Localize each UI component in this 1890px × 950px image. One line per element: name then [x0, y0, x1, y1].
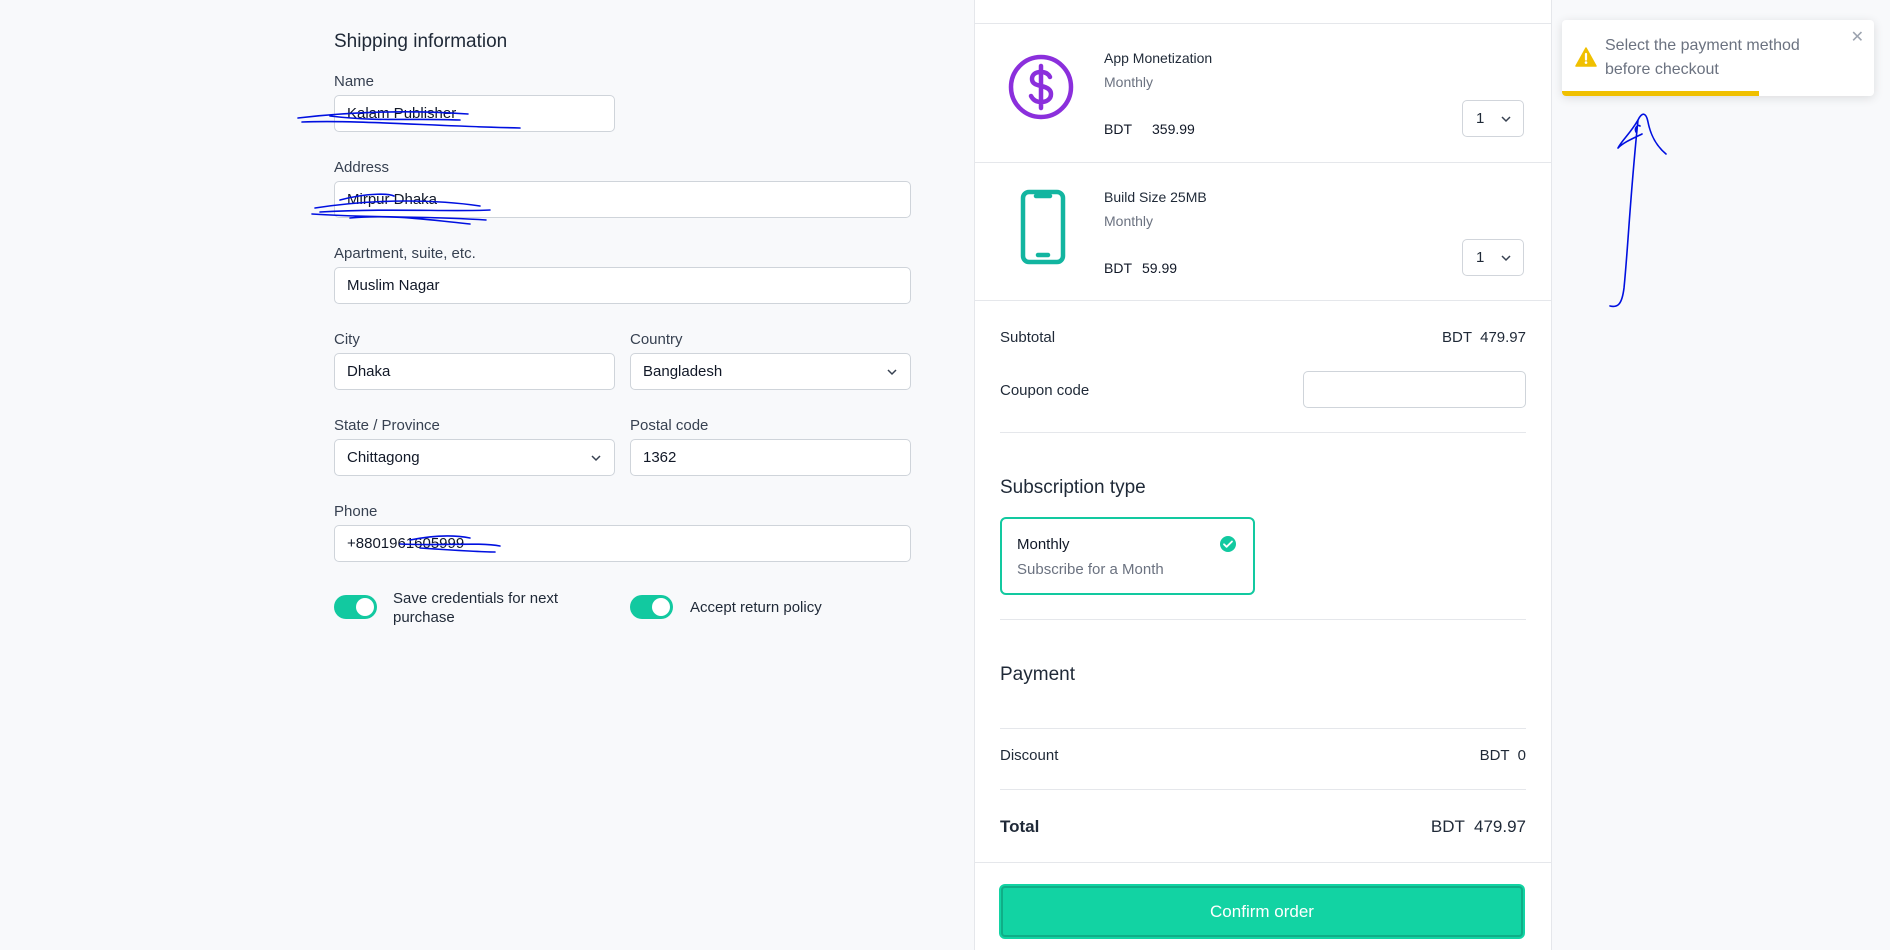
- address-field[interactable]: Mirpur Dhaka: [334, 181, 911, 218]
- name-value: Kalam Publisher: [347, 105, 457, 122]
- phone-value: +8801961605999: [347, 535, 465, 552]
- discount-label: Discount: [1000, 747, 1059, 764]
- quantity-select[interactable]: 1: [1462, 239, 1524, 276]
- city-value: Dhaka: [347, 363, 391, 380]
- subtotal-label: Subtotal: [1000, 329, 1056, 346]
- subscription-option-monthly[interactable]: Monthly Subscribe for a Month: [1000, 517, 1255, 595]
- city-field[interactable]: Dhaka: [334, 353, 615, 390]
- state-label: State / Province: [334, 417, 440, 434]
- order-summary: App Monetization Monthly BDT 359.99 1 Bu…: [974, 0, 1552, 950]
- divider: [975, 23, 1551, 24]
- subtotal-value: BDT 479.97: [1442, 329, 1526, 346]
- toast-progress-bar: [1562, 91, 1759, 96]
- item-price: 359.99: [1152, 121, 1195, 137]
- quantity-select[interactable]: 1: [1462, 100, 1524, 137]
- country-label: Country: [630, 331, 683, 348]
- toggle-knob: [652, 598, 670, 616]
- warning-icon: [1575, 47, 1597, 67]
- divider: [975, 300, 1551, 301]
- chevron-down-icon: [1501, 116, 1511, 123]
- phone-field[interactable]: +8801961605999: [334, 525, 911, 562]
- address-value: Mirpur Dhaka: [347, 191, 438, 208]
- postal-value: 1362: [643, 449, 677, 466]
- phone-icon: [1020, 189, 1066, 265]
- toggle-knob: [356, 598, 374, 616]
- item-period: Monthly: [1104, 74, 1154, 90]
- return-policy-toggle[interactable]: [630, 595, 673, 619]
- city-label: City: [334, 331, 360, 348]
- item-currency: BDT: [1104, 260, 1132, 276]
- chevron-down-icon: [887, 369, 897, 376]
- subscription-name: Monthly: [1017, 536, 1070, 553]
- subscription-title: Subscription type: [1000, 477, 1146, 498]
- coupon-label: Coupon code: [1000, 382, 1090, 399]
- shipping-title: Shipping information: [334, 31, 508, 52]
- apartment-value: Muslim Nagar: [347, 277, 440, 294]
- payment-title: Payment: [1000, 664, 1075, 685]
- dollar-circle-icon: [1008, 54, 1074, 120]
- toast-message: Select the payment method before checkou…: [1605, 37, 1800, 78]
- close-icon[interactable]: ✕: [1851, 27, 1864, 47]
- chevron-down-icon: [1501, 255, 1511, 262]
- chevron-down-icon: [591, 455, 601, 462]
- annotation-arrow: [1609, 113, 1667, 308]
- apartment-label: Apartment, suite, etc.: [334, 245, 476, 262]
- postal-field[interactable]: 1362: [630, 439, 911, 476]
- quantity-value: 1: [1476, 110, 1485, 127]
- return-policy-label: Accept return policy: [690, 599, 822, 616]
- confirm-order-button[interactable]: Confirm order: [999, 884, 1525, 939]
- divider: [1000, 432, 1526, 433]
- save-credentials-toggle[interactable]: [334, 595, 377, 619]
- divider: [1000, 789, 1526, 790]
- country-select[interactable]: Bangladesh: [630, 353, 911, 390]
- state-value: Chittagong: [347, 449, 420, 466]
- name-label: Name: [334, 73, 375, 90]
- warning-toast: Select the payment method before checkou…: [1562, 20, 1874, 96]
- item-currency: BDT: [1104, 121, 1132, 137]
- phone-label: Phone: [334, 503, 378, 520]
- discount-value: BDT 0: [1479, 747, 1526, 764]
- item-period: Monthly: [1104, 213, 1154, 229]
- state-select[interactable]: Chittagong: [334, 439, 615, 476]
- subscription-desc: Subscribe for a Month: [1017, 561, 1164, 578]
- divider: [1000, 619, 1526, 620]
- postal-label: Postal code: [630, 417, 709, 434]
- quantity-value: 1: [1476, 249, 1485, 266]
- item-name: App Monetization: [1104, 50, 1213, 66]
- apartment-field[interactable]: Muslim Nagar: [334, 267, 911, 304]
- coupon-input[interactable]: [1303, 371, 1526, 408]
- country-value: Bangladesh: [643, 363, 723, 380]
- redaction-scribble: [297, 111, 521, 553]
- save-credentials-label: Save credentials for next purchase: [393, 590, 559, 626]
- check-circle-icon: [1220, 536, 1236, 552]
- item-price: 59.99: [1142, 260, 1178, 276]
- total-label: Total: [1000, 817, 1040, 836]
- address-label: Address: [334, 159, 390, 176]
- divider: [1000, 728, 1526, 729]
- item-name: Build Size 25MB: [1104, 189, 1207, 205]
- name-field[interactable]: Kalam Publisher: [334, 95, 615, 132]
- divider: [975, 162, 1551, 163]
- total-value: BDT 479.97: [1430, 817, 1526, 836]
- divider: [975, 862, 1551, 863]
